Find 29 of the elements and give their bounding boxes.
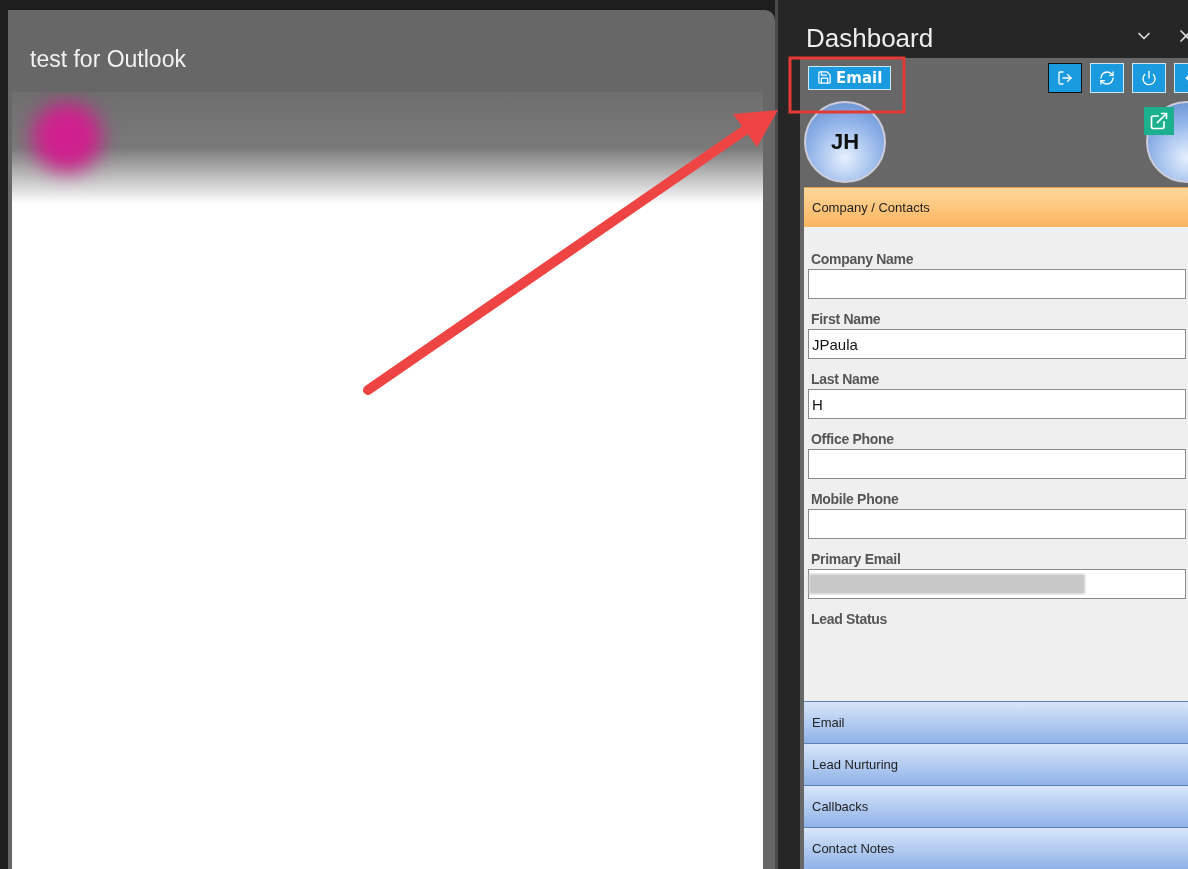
- refresh-button[interactable]: [1090, 62, 1124, 93]
- input-field[interactable]: [808, 509, 1186, 540]
- accordion-header[interactable]: Email: [804, 701, 1188, 743]
- avatar: JH: [804, 101, 886, 184]
- input-field[interactable]: [808, 269, 1186, 300]
- field-label: Mobile Phone: [811, 491, 900, 508]
- save-icon: [817, 70, 832, 86]
- field-label: Last Name: [811, 371, 881, 388]
- window-title: test for Outlook: [29, 45, 187, 74]
- refresh-icon: [1099, 69, 1115, 86]
- logout-icon: [1057, 69, 1073, 86]
- field-label: First Name: [811, 311, 882, 328]
- field-label: Lead Status: [811, 611, 889, 628]
- accordion-header[interactable]: Company / Contacts: [804, 187, 1188, 228]
- input-field[interactable]: [808, 569, 1186, 600]
- power-button[interactable]: [1132, 62, 1166, 93]
- field-label: Company Name: [811, 251, 915, 268]
- field-label: Primary Email: [811, 551, 902, 568]
- accordion-header[interactable]: Lead Nurturing: [804, 743, 1188, 785]
- external-link-icon[interactable]: [1144, 107, 1174, 136]
- input-field[interactable]: JPaula: [808, 329, 1186, 360]
- accordion-header[interactable]: Callbacks: [804, 785, 1188, 827]
- field-label: Office Phone: [811, 431, 895, 448]
- logout-button[interactable]: [1048, 62, 1082, 93]
- accordion-header[interactable]: Contact Notes: [804, 827, 1188, 869]
- power-icon: [1141, 69, 1157, 86]
- input-field[interactable]: H: [808, 389, 1186, 420]
- pane-title: Dashboard: [806, 23, 935, 54]
- input-field[interactable]: [808, 449, 1186, 480]
